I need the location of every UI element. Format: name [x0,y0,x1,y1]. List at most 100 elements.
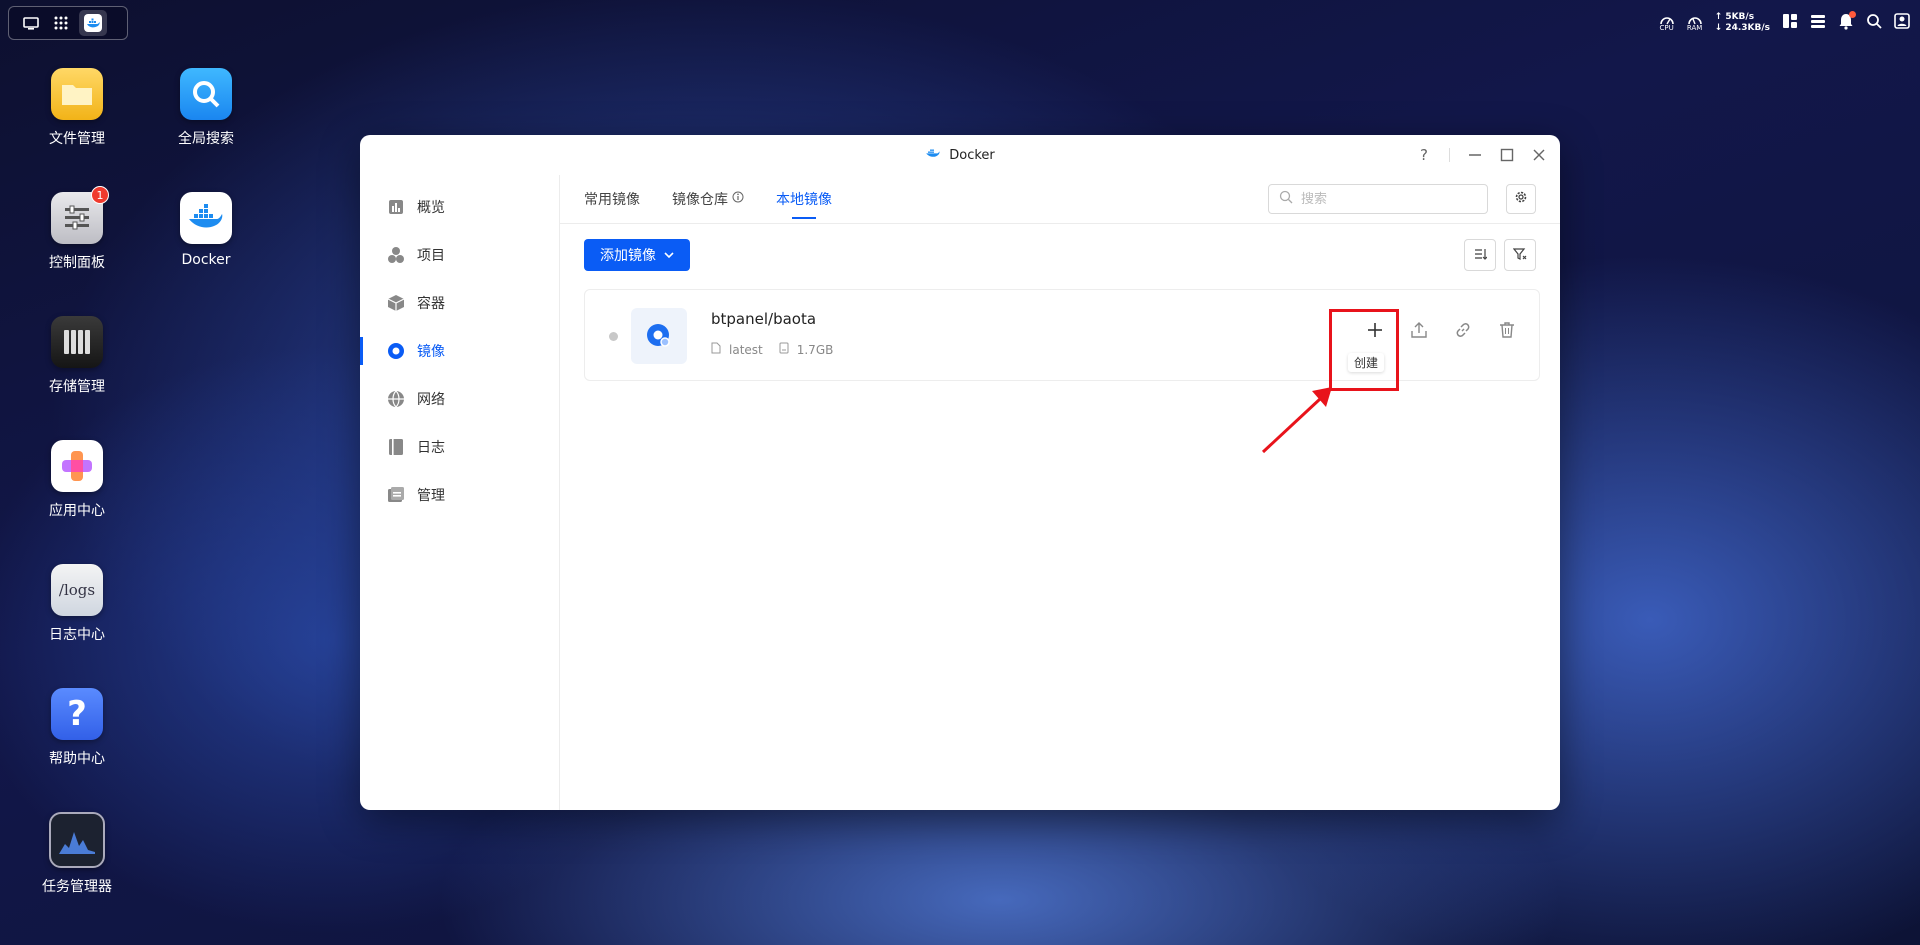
image-tag: latest [711,342,763,357]
taskbar-right: CPU RAM ↑ 5KB/s ↓ 24.3KB/s [1659,6,1910,40]
sidebar-item-projects[interactable]: 项目 [360,231,559,279]
minimize-icon[interactable] [1468,148,1482,162]
docker-window: Docker ? 概览 项目 容器 镜像 网络 日志 管理 常用镜像 镜像仓库 … [360,135,1560,810]
desktop-control-panel[interactable]: 1 控制面板 [22,186,132,272]
search-input[interactable] [1299,190,1473,208]
image-disc-icon [387,342,405,360]
tag-file-icon [711,342,721,357]
notification-bell-icon[interactable] [1838,10,1856,34]
docker-whale-icon [180,192,232,244]
desktop-app-center[interactable]: 应用中心 [22,440,132,520]
logs-icon: /logs [51,564,103,616]
desktop-icon-label: 日志中心 [49,627,105,643]
search-icon [1279,190,1293,208]
upload-speed: ↑ 5KB/s [1714,12,1755,22]
info-circle-icon[interactable] [732,191,744,207]
log-book-icon [387,438,405,456]
sidebar-item-label: 管理 [417,488,445,504]
app-center-icon [51,440,103,492]
sidebar-item-label: 日志 [417,440,445,456]
task-list-icon[interactable] [1810,13,1826,33]
desktop-docker[interactable]: Docker [151,192,261,268]
sort-icon [1473,246,1488,265]
magnifier-icon [180,68,232,120]
sort-button[interactable] [1464,239,1496,271]
search-box[interactable] [1268,184,1488,214]
user-menu-icon[interactable] [1894,13,1910,33]
link-button[interactable] [1451,320,1475,344]
main-content: 常用镜像 镜像仓库 本地镜像 添加镜像 [560,175,1560,810]
tab-label: 常用镜像 [584,192,640,208]
desktop-global-search[interactable]: 全局搜索 [151,68,261,148]
ram-label: RAM [1686,23,1703,32]
toolbar: 添加镜像 [560,224,1560,288]
storage-drives-icon [51,316,103,368]
ram-meter[interactable]: RAM [1687,15,1703,32]
gear-icon [1514,190,1528,208]
network-speed[interactable]: ↑ 5KB/s ↓ 24.3KB/s [1715,12,1770,34]
sidebar-item-manage[interactable]: 管理 [360,471,559,519]
tab-common-images[interactable]: 常用镜像 [584,175,640,223]
network-globe-icon [387,390,405,408]
filter-button[interactable] [1504,239,1536,271]
cpu-meter[interactable]: CPU [1659,15,1675,32]
desktop-icon-label: 全局搜索 [178,131,234,147]
sidebar-item-network[interactable]: 网络 [360,375,559,423]
sidebar-item-containers[interactable]: 容器 [360,279,559,327]
trash-icon [1498,321,1516,343]
tab-local-images[interactable]: 本地镜像 [776,175,832,223]
maximize-icon[interactable] [1500,148,1514,162]
activity-chart-icon [49,812,105,868]
highlight-box [1329,309,1399,391]
notification-dot [1849,10,1856,18]
annotation-arrow-icon [1261,387,1332,454]
download-speed: ↓ 24.3KB/s [1714,23,1770,33]
docker-logo-icon [925,147,941,163]
notification-badge: 1 [91,186,109,204]
folder-icon [51,68,103,120]
docker-taskbar-icon[interactable] [79,10,107,36]
desktop-storage-manager[interactable]: 存储管理 [22,316,132,396]
sidebar-item-overview[interactable]: 概览 [360,183,559,231]
image-card[interactable]: btpanel/baota latest 1.7GB 创建 [584,289,1540,391]
image-tag-value: latest [729,342,763,357]
image-logo-icon [631,308,687,364]
link-icon [1454,321,1472,343]
tab-bar: 常用镜像 镜像仓库 本地镜像 [560,175,1560,224]
sidebar-item-label: 网络 [417,392,445,408]
search-icon[interactable] [1866,13,1882,33]
image-size: 1.7GB [779,342,833,357]
desktop-icon-label: 帮助中心 [49,751,105,767]
desktop-icon-label: 任务管理器 [42,879,112,895]
widgets-icon[interactable] [1782,13,1798,33]
chevron-down-icon [664,247,674,263]
sidebar-item-label: 容器 [417,296,445,312]
tab-label: 镜像仓库 [672,192,728,208]
delete-button[interactable] [1495,320,1519,344]
tab-image-registry[interactable]: 镜像仓库 [672,175,744,223]
show-desktop-icon[interactable] [19,11,43,35]
window-controls: ? [1417,135,1546,175]
desktop-task-manager[interactable]: 任务管理器 [22,812,132,896]
close-icon[interactable] [1532,148,1546,162]
help-button[interactable]: ? [1417,146,1431,164]
desktop-file-manager[interactable]: 文件管理 [22,68,132,148]
desktop-icon-label: 控制面板 [49,255,105,271]
app-grid-icon[interactable] [49,11,73,35]
image-name: btpanel/baota [711,310,817,328]
desktop-log-center[interactable]: /logs 日志中心 [22,564,132,644]
export-button[interactable] [1407,320,1431,344]
settings-button[interactable] [1506,184,1536,214]
sidebar-item-logs[interactable]: 日志 [360,423,559,471]
sidebar-item-label: 概览 [417,200,445,216]
tab-label: 本地镜像 [776,192,832,208]
sidebar-item-images[interactable]: 镜像 [360,327,559,375]
size-disk-icon [779,342,789,357]
desktop-help-center[interactable]: ? 帮助中心 [22,688,132,768]
window-titlebar[interactable]: Docker ? [360,135,1560,175]
sidebar-item-label: 项目 [417,248,445,264]
sidebar-item-label: 镜像 [417,344,445,360]
add-image-button[interactable]: 添加镜像 [584,239,690,271]
window-title-group: Docker [925,147,995,163]
desktop-icon-label: 存储管理 [49,379,105,395]
